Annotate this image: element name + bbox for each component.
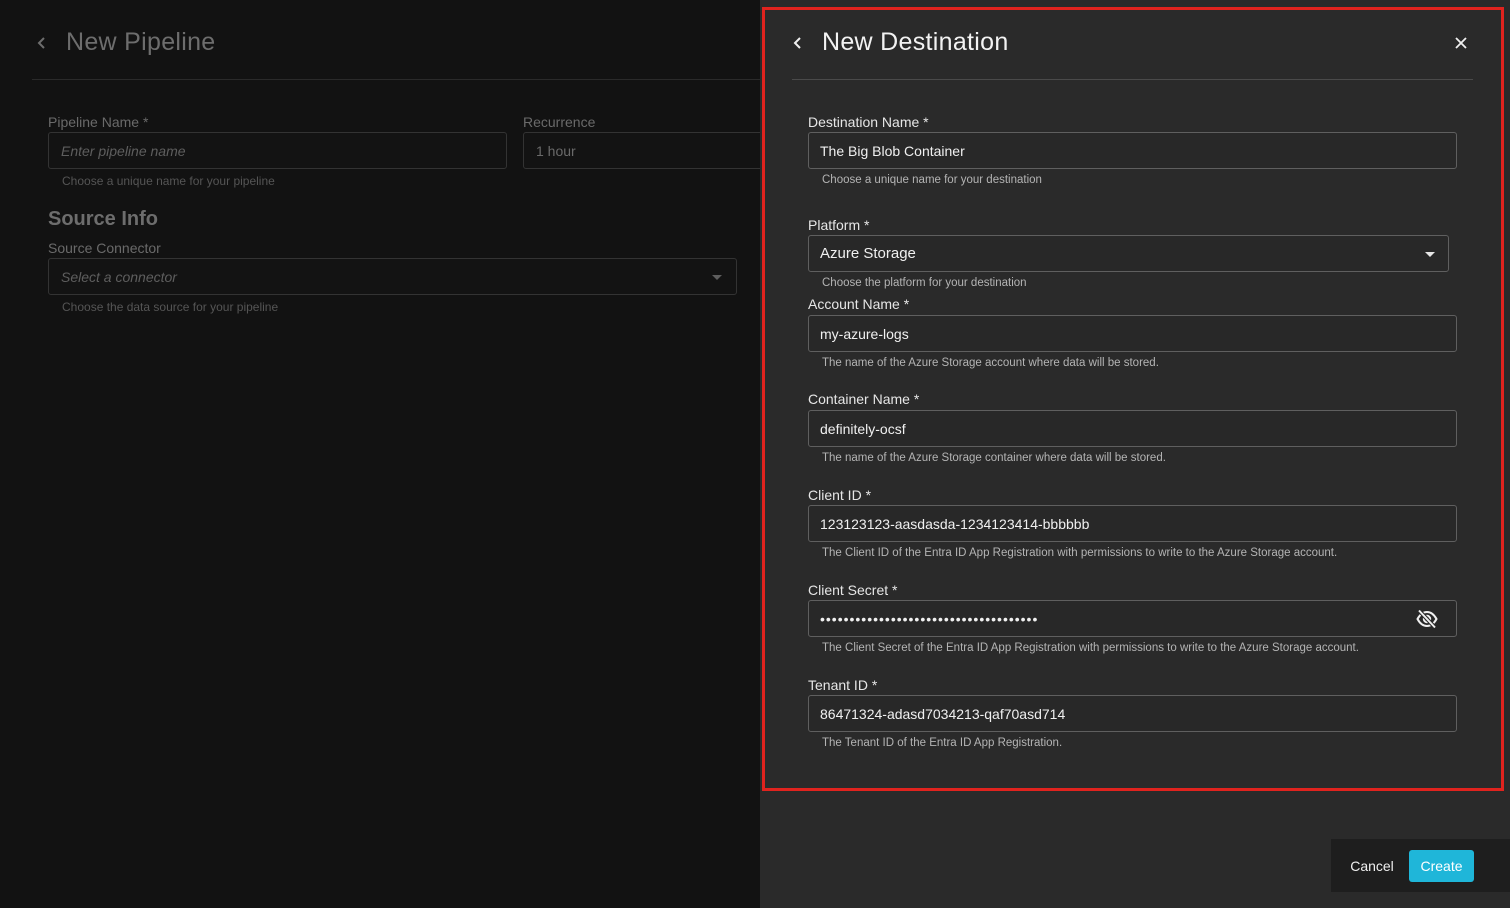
eye-off-icon[interactable] [1416,609,1438,629]
tenant-id-label: Tenant ID * [808,677,878,693]
recurrence-select[interactable]: 1 hour [523,132,768,169]
platform-help: Choose the platform for your destination [822,277,1027,289]
chevron-left-icon[interactable] [32,33,52,53]
header-divider [32,79,760,80]
create-button[interactable]: Create [1409,850,1474,882]
platform-value: Azure Storage [820,245,916,262]
container-name-help: The name of the Azure Storage container … [822,452,1166,464]
chevron-left-icon[interactable] [788,33,808,53]
account-name-help: The name of the Azure Storage account wh… [822,357,1159,369]
client-id-label: Client ID * [808,487,872,503]
destination-name-help: Choose a unique name for your destinatio… [822,174,1042,186]
container-name-input[interactable]: definitely-ocsf [808,410,1457,447]
source-connector-help: Choose the data source for your pipeline [62,300,279,314]
destination-name-label: Destination Name * [808,114,929,130]
tenant-id-help: The Tenant ID of the Entra ID App Regist… [822,737,1063,749]
pipeline-name-help: Choose a unique name for your pipeline [62,174,275,188]
client-id-input[interactable]: 123123123-aasdasda-1234123414-bbbbbb [808,505,1457,542]
cancel-button[interactable]: Cancel [1340,850,1404,882]
source-connector-select[interactable]: Select a connector [48,258,737,295]
client-secret-input[interactable]: ••••••••••••••••••••••••••••••••••••• [808,600,1457,637]
account-name-label: Account Name * [808,296,910,312]
close-icon[interactable] [1451,33,1471,53]
page-title: New Pipeline [66,28,216,56]
app-root: New Pipeline Pipeline Name * Enter pipel… [0,0,1510,908]
source-info-heading: Source Info [48,208,159,230]
drawer-title: New Destination [822,28,1009,56]
client-secret-help: The Client Secret of the Entra ID App Re… [822,642,1359,654]
drawer-header: New Destination [788,28,1009,57]
client-secret-value: ••••••••••••••••••••••••••••••••••••• [820,610,1039,627]
platform-label: Platform * [808,217,870,233]
source-connector-label: Source Connector [48,240,161,256]
container-name-label: Container Name * [808,391,920,407]
platform-select[interactable]: Azure Storage [808,235,1449,272]
pipeline-header: New Pipeline [32,28,216,57]
client-secret-label: Client Secret * [808,582,898,598]
new-pipeline-page: New Pipeline Pipeline Name * Enter pipel… [0,0,768,908]
caret-down-icon [1425,252,1435,257]
drawer-divider [792,79,1473,80]
client-id-help: The Client ID of the Entra ID App Regist… [822,547,1338,559]
destination-name-input[interactable]: The Big Blob Container [808,132,1457,169]
tenant-id-input[interactable]: 86471324-adasd7034213-qaf70asd714 [808,695,1457,732]
recurrence-label: Recurrence [523,114,596,130]
caret-down-icon [712,275,722,280]
source-connector-value: Select a connector [61,268,177,285]
pipeline-name-label: Pipeline Name * [48,114,149,130]
pipeline-name-input[interactable]: Enter pipeline name [48,132,507,169]
account-name-input[interactable]: my-azure-logs [808,315,1457,352]
